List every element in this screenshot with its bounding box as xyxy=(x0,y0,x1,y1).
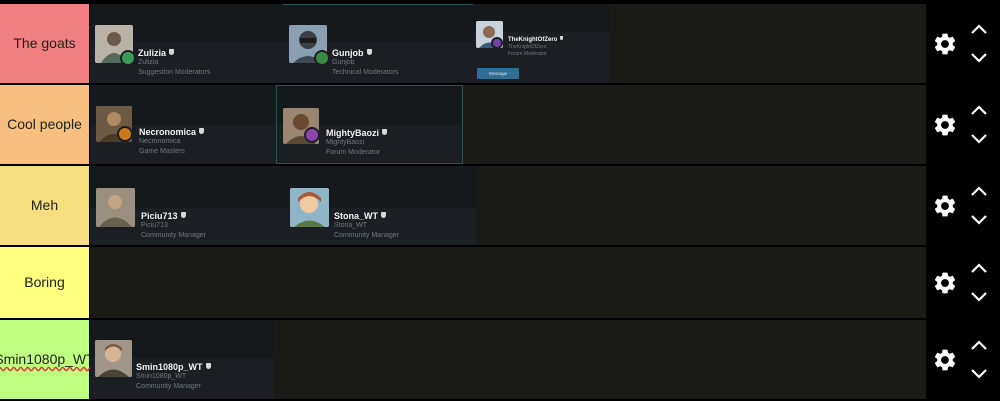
chevron-down-icon[interactable] xyxy=(970,133,988,144)
chevron-down-icon[interactable] xyxy=(970,214,988,225)
tier-label-text: Cool people xyxy=(7,116,82,133)
user-role: Community Manager xyxy=(334,232,399,239)
user-card[interactable]: Piciu713 Piciu713 Community Manager xyxy=(90,166,283,245)
tier-label-text: Meh xyxy=(30,197,59,214)
username: Smin1080p_WT xyxy=(136,362,203,372)
tier-row-meh: Meh Piciu713 Piciu713 Community Manager … xyxy=(0,166,1000,245)
username: MightyBaozi xyxy=(326,128,379,138)
tier-label[interactable]: The goats xyxy=(0,4,89,83)
role-badge-icon xyxy=(120,50,136,66)
user-handle: Piciu713 xyxy=(141,222,168,229)
tier-controls xyxy=(926,4,1000,83)
shield-icon xyxy=(366,49,372,55)
username: Stona_WT xyxy=(334,211,378,221)
user-card[interactable]: Stona_WT Stona_WT Community Manager xyxy=(283,166,476,245)
role-badge-icon xyxy=(491,37,503,49)
avatar xyxy=(290,188,329,227)
role-badge-icon xyxy=(304,127,320,143)
user-role: Suggestion Moderators xyxy=(138,69,211,76)
shield-icon xyxy=(382,129,387,135)
user-card[interactable]: Smin1080p_WT Smin1080p_WT Community Mana… xyxy=(90,320,274,399)
user-role: Game Masters xyxy=(139,148,185,155)
shield-icon xyxy=(199,128,205,134)
tier-items[interactable]: Necronomica Necronomica Game Masters Mig… xyxy=(90,85,926,164)
tier-row-smin1080p-wt: Smin1080p_WT Smin1080p_WT Smin1080p_WT C… xyxy=(0,320,1000,399)
tier-row-cool-people: Cool people Necronomica Necronomica Game… xyxy=(0,85,1000,164)
tier-label-text: Smin1080p_WT xyxy=(0,351,95,368)
user-role: Community Manager xyxy=(141,232,206,239)
role-badge-icon xyxy=(314,50,330,66)
tier-items[interactable]: Piciu713 Piciu713 Community Manager Ston… xyxy=(90,166,926,245)
gear-icon[interactable] xyxy=(932,347,958,373)
tier-items[interactable]: Zulizia Zulizia Suggestion Moderators Gu… xyxy=(90,4,926,83)
user-card[interactable]: Zulizia Zulizia Suggestion Moderators xyxy=(90,4,283,83)
user-handle: Stona_WT xyxy=(334,222,368,229)
shield-icon xyxy=(169,49,175,55)
tier-row-the-goats: The goats Zulizia Zulizia Suggestion Mod… xyxy=(0,4,1000,83)
gear-icon[interactable] xyxy=(932,270,958,296)
avatar xyxy=(96,188,135,227)
user-handle: Gunjob xyxy=(332,59,355,66)
user-card[interactable]: MightyBaozi MightyBaozi Forum Moderator xyxy=(276,85,463,164)
user-card[interactable]: Gunjob Gunjob Technical Moderators xyxy=(283,4,473,83)
user-handle: Necronomica xyxy=(139,138,181,145)
shield-icon xyxy=(180,212,186,218)
gear-icon[interactable] xyxy=(932,112,958,138)
tier-label[interactable]: Smin1080p_WT xyxy=(0,320,95,399)
gear-icon[interactable] xyxy=(932,31,958,57)
role-badge-icon xyxy=(117,126,133,142)
tier-label-text: Boring xyxy=(24,274,65,291)
shield-icon xyxy=(560,36,564,40)
user-card[interactable]: TheKnightOfZero TheKnightOfZero Forum Mo… xyxy=(473,4,610,83)
user-handle: Smin1080p_WT xyxy=(136,373,187,380)
username: TheKnightOfZero xyxy=(508,37,558,43)
tier-controls xyxy=(926,85,1000,164)
tier-label[interactable]: Boring xyxy=(0,247,89,318)
tier-controls xyxy=(926,247,1000,318)
shield-icon xyxy=(205,363,211,369)
chevron-up-icon[interactable] xyxy=(970,340,988,351)
user-card[interactable]: Necronomica Necronomica Game Masters xyxy=(90,85,276,164)
user-handle: MightyBaozi xyxy=(326,139,365,146)
user-handle: Zulizia xyxy=(138,59,159,66)
tier-items[interactable]: Smin1080p_WT Smin1080p_WT Community Mana… xyxy=(90,320,926,399)
tier-row-boring: Boring xyxy=(0,247,1000,318)
tier-label-text: The goats xyxy=(13,35,76,52)
message-button[interactable]: Message xyxy=(477,68,519,79)
chevron-up-icon[interactable] xyxy=(970,186,988,197)
chevron-down-icon[interactable] xyxy=(970,52,988,63)
username: Piciu713 xyxy=(141,211,178,221)
shield-icon xyxy=(381,212,386,218)
tier-label[interactable]: Cool people xyxy=(0,85,89,164)
user-role: Technical Moderators xyxy=(332,69,399,76)
username: Zulizia xyxy=(138,48,167,58)
user-role: Community Manager xyxy=(136,383,201,390)
tier-list: The goats Zulizia Zulizia Suggestion Mod… xyxy=(0,0,1000,401)
avatar xyxy=(95,340,132,377)
username: Necronomica xyxy=(139,127,197,137)
user-role: Forum Moderator xyxy=(326,149,381,156)
chevron-down-icon[interactable] xyxy=(970,368,988,379)
tier-controls xyxy=(926,166,1000,245)
chevron-up-icon[interactable] xyxy=(970,105,988,116)
tier-items[interactable] xyxy=(90,247,926,318)
user-role: Forum Moderator xyxy=(508,51,547,57)
chevron-up-icon[interactable] xyxy=(970,263,988,274)
user-handle: TheKnightOfZero xyxy=(508,44,547,50)
chevron-down-icon[interactable] xyxy=(970,291,988,302)
gear-icon[interactable] xyxy=(932,193,958,219)
username: Gunjob xyxy=(332,48,364,58)
tier-label[interactable]: Meh xyxy=(0,166,89,245)
tier-controls xyxy=(926,320,1000,399)
chevron-up-icon[interactable] xyxy=(970,24,988,35)
